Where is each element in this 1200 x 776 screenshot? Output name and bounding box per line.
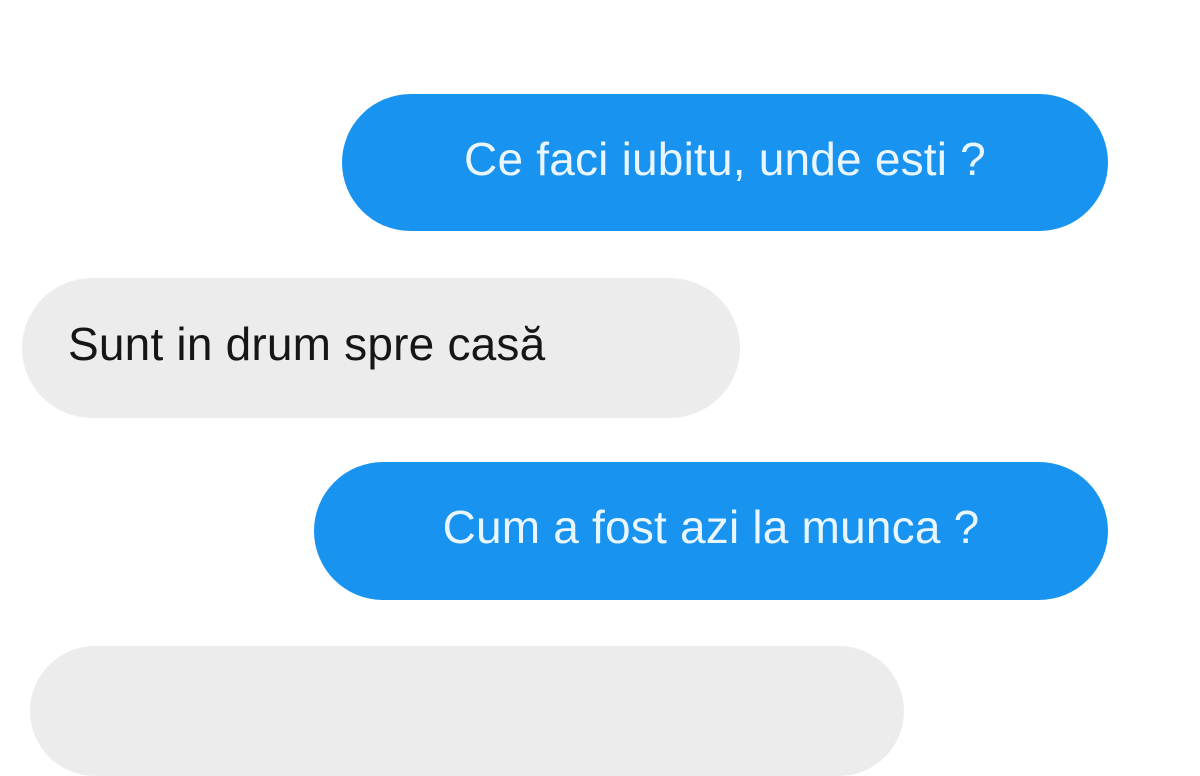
message-text: Cum a fost azi la munca ?: [442, 501, 980, 553]
incoming-message-bubble[interactable]: Sunt in drum spre casă: [22, 278, 740, 418]
outgoing-message-bubble[interactable]: Ce faci iubitu, unde esti ?: [342, 94, 1108, 231]
outgoing-message-bubble[interactable]: Cum a fost azi la munca ?: [314, 462, 1108, 600]
message-text: Sunt in drum spre casă: [68, 318, 546, 370]
message-thread: Ce faci iubitu, unde esti ? Sunt in drum…: [0, 0, 1200, 776]
incoming-message-bubble-partial[interactable]: [30, 646, 904, 776]
message-text: Ce faci iubitu, unde esti ?: [464, 132, 986, 185]
